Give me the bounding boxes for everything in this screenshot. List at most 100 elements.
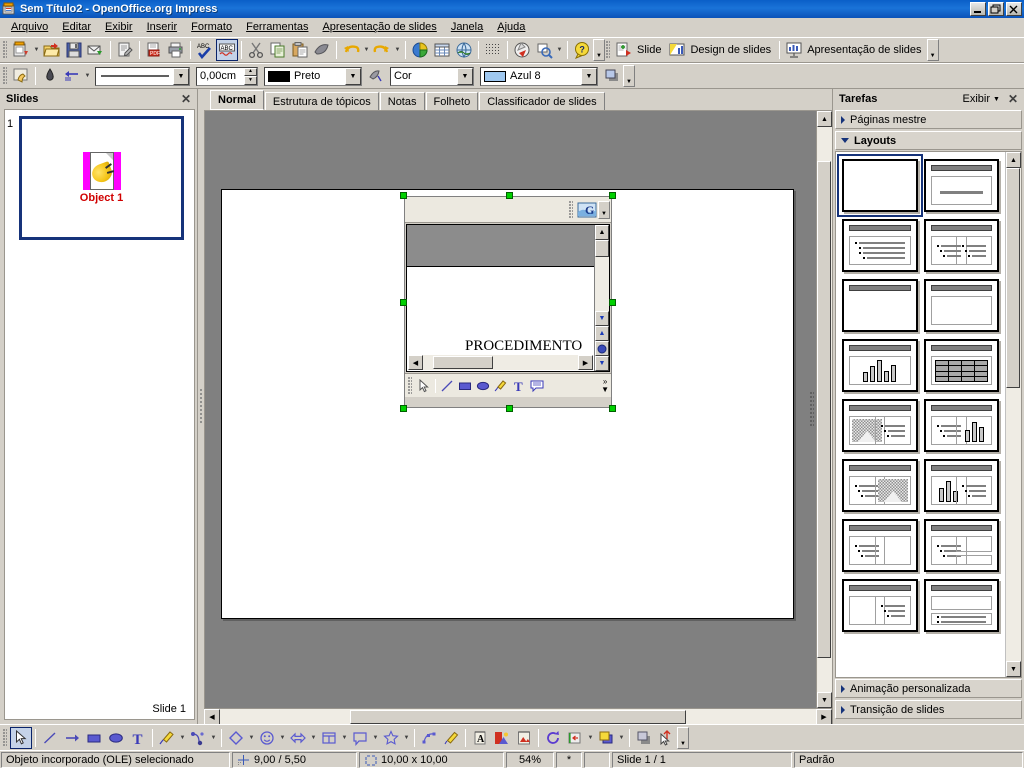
- rectangle-icon[interactable]: [456, 377, 474, 395]
- scroll-up-icon[interactable]: ▲: [817, 111, 832, 127]
- new-slide-label[interactable]: Slide: [635, 39, 666, 61]
- callout-shapes-dropdown[interactable]: [371, 727, 380, 749]
- undo-dropdown[interactable]: [362, 39, 371, 61]
- selection-handle-s[interactable]: [506, 405, 513, 412]
- ole-writer-icon[interactable]: G: [576, 199, 598, 221]
- stars-shapes-icon[interactable]: [380, 727, 402, 749]
- slide-design-label[interactable]: Design de slides: [688, 39, 776, 61]
- ole-vscroll-thumb[interactable]: [595, 240, 609, 257]
- layout-title-box-bullets[interactable]: [842, 579, 918, 632]
- symbol-shapes-icon[interactable]: [256, 727, 278, 749]
- redo-icon[interactable]: [371, 39, 393, 61]
- ole-horizontal-scrollbar[interactable]: ◀ ▶: [408, 355, 593, 370]
- layout-title-content[interactable]: [923, 159, 999, 212]
- scroll-down-icon[interactable]: ▼: [817, 692, 832, 708]
- canvas-hscroll-thumb[interactable]: [350, 709, 686, 724]
- scroll-right-icon[interactable]: ▶: [578, 355, 593, 370]
- scroll-up-icon[interactable]: ▲: [1006, 152, 1021, 168]
- layouts-scroll-thumb[interactable]: [1006, 168, 1020, 388]
- close-icon[interactable]: ✕: [1005, 92, 1021, 106]
- area-fill-combo[interactable]: Azul 8: [480, 66, 598, 86]
- interaction-icon[interactable]: [655, 727, 677, 749]
- glue-points-icon[interactable]: [440, 727, 462, 749]
- arrange-icon[interactable]: [595, 727, 617, 749]
- layout-title-empty-box[interactable]: [923, 279, 999, 332]
- cut-icon[interactable]: [245, 39, 267, 61]
- layout-title-bullets[interactable]: [842, 219, 918, 272]
- layouts-scroll-track[interactable]: [1006, 388, 1021, 661]
- task-section-paginas-mestre[interactable]: Páginas mestre: [835, 110, 1022, 129]
- minimize-button[interactable]: [970, 2, 986, 16]
- menu-formato[interactable]: Formato: [184, 19, 239, 35]
- menu-janela[interactable]: Janela: [444, 19, 490, 35]
- selection-handle-sw[interactable]: [400, 405, 407, 412]
- send-email-icon[interactable]: [85, 39, 107, 61]
- connector-icon[interactable]: [187, 727, 209, 749]
- slide-canvas[interactable]: G PROCEDIMENTO ▲: [204, 111, 816, 708]
- select-arrow-icon[interactable]: [10, 726, 32, 749]
- menu-arquivo[interactable]: Arquivo: [4, 19, 55, 35]
- line-color-combo[interactable]: Preto: [264, 66, 362, 86]
- points-icon[interactable]: [418, 727, 440, 749]
- line-width-stepper[interactable]: ▲ ▼: [244, 67, 257, 85]
- layout-title-two-bullets[interactable]: [923, 219, 999, 272]
- new-document-icon[interactable]: [10, 39, 32, 61]
- selection-handle-w[interactable]: [400, 299, 407, 306]
- callout-icon[interactable]: [528, 377, 546, 395]
- paste-icon[interactable]: [289, 39, 311, 61]
- gallery-icon[interactable]: [513, 727, 535, 749]
- navigator-icon[interactable]: [511, 39, 533, 61]
- canvas-horizontal-scrollbar[interactable]: ◀ ▶: [204, 708, 832, 725]
- menu-editar[interactable]: Editar: [55, 19, 98, 35]
- toolbar-grip[interactable]: [3, 41, 7, 59]
- toolbar-grip[interactable]: [3, 728, 7, 747]
- ole-drawbar-overflow[interactable]: » ▼: [601, 377, 611, 394]
- spin-down-icon[interactable]: ▼: [244, 76, 257, 85]
- scroll-up-icon[interactable]: ▲: [595, 225, 609, 240]
- curve-dropdown[interactable]: [178, 727, 187, 749]
- ole-vscroll-track[interactable]: [595, 257, 609, 311]
- tab-normal[interactable]: Normal: [210, 90, 264, 110]
- open-document-icon[interactable]: [41, 39, 63, 61]
- next-page-icon[interactable]: ▼: [595, 356, 609, 371]
- selection-handle-n[interactable]: [506, 192, 513, 199]
- task-section-transicao-de-slides[interactable]: Transição de slides: [835, 700, 1022, 719]
- basic-shapes-icon[interactable]: [225, 727, 247, 749]
- line-fill-toolbar-overflow[interactable]: [623, 65, 635, 87]
- line-style-combo[interactable]: [95, 66, 190, 86]
- layout-title-bullets-two-box[interactable]: [923, 519, 999, 572]
- tab-classificador-de-slides[interactable]: Classificador de slides: [479, 92, 605, 110]
- close-icon[interactable]: ✕: [178, 92, 194, 106]
- scroll-left-icon[interactable]: ◀: [204, 708, 220, 725]
- zoom-icon[interactable]: [533, 39, 555, 61]
- drawing-toolbar-overflow[interactable]: [677, 726, 689, 749]
- save-document-icon[interactable]: [63, 39, 85, 61]
- close-button[interactable]: [1006, 2, 1022, 16]
- basic-shapes-dropdown[interactable]: [247, 727, 256, 749]
- tab-estrutura-de-topicos[interactable]: Estrutura de tópicos: [264, 92, 379, 110]
- tab-notas[interactable]: Notas: [379, 92, 425, 110]
- selection-handle-e[interactable]: [609, 299, 616, 306]
- canvas-vertical-scrollbar[interactable]: ▲ ▼: [816, 111, 832, 708]
- autospellcheck-icon[interactable]: ABC: [216, 39, 238, 61]
- scroll-down-icon[interactable]: ▼: [595, 311, 609, 326]
- chevron-down-icon[interactable]: [581, 67, 597, 85]
- new-slide-icon[interactable]: [613, 39, 635, 61]
- spin-up-icon[interactable]: ▲: [244, 67, 257, 76]
- ole-vertical-scrollbar[interactable]: ▲ ▼ ▲ ▼: [594, 225, 609, 371]
- glue-points-icon[interactable]: [39, 65, 61, 87]
- layout-title-only[interactable]: [842, 279, 918, 332]
- copy-icon[interactable]: [267, 39, 289, 61]
- slideshow-icon[interactable]: [783, 39, 805, 61]
- stars-shapes-dropdown[interactable]: [402, 727, 411, 749]
- toolbar-grip[interactable]: [3, 67, 7, 85]
- shadow-toggle-icon[interactable]: [633, 727, 655, 749]
- arrow-style-icon[interactable]: [61, 65, 83, 87]
- slide-design-icon[interactable]: [666, 39, 688, 61]
- redo-dropdown[interactable]: [393, 39, 402, 61]
- tab-folheto[interactable]: Folheto: [425, 92, 479, 110]
- selection-handle-ne[interactable]: [609, 192, 616, 199]
- standard-toolbar-overflow[interactable]: [593, 39, 605, 61]
- tasks-view-label[interactable]: Exibir: [962, 93, 993, 105]
- grid-icon[interactable]: [482, 39, 504, 61]
